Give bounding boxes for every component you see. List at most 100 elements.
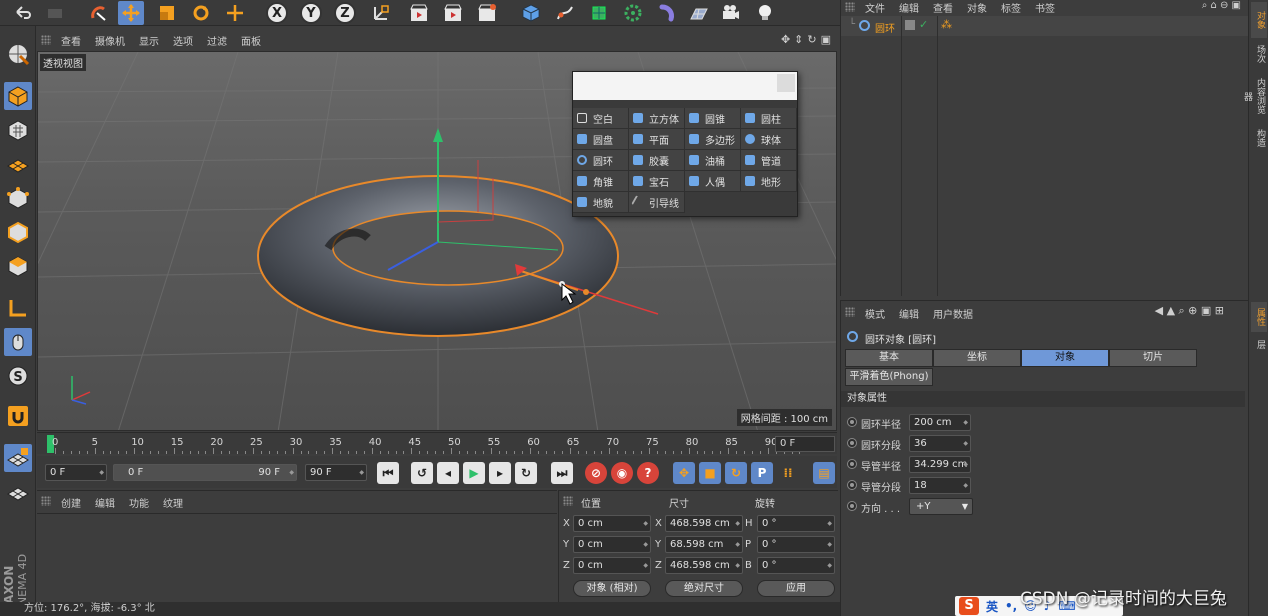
play-icon[interactable]: ▶ bbox=[463, 462, 485, 484]
menu-view[interactable]: 查看 bbox=[933, 0, 953, 15]
viewport-rotate-icon[interactable]: ↻ bbox=[807, 33, 816, 46]
array-icon[interactable] bbox=[620, 1, 646, 25]
tab-takes[interactable]: 场次 bbox=[1251, 40, 1267, 68]
move-alt-icon[interactable] bbox=[222, 1, 248, 25]
popup-item-oil-tank[interactable]: 油桶 bbox=[685, 150, 741, 171]
end-frame-field[interactable]: 90 F bbox=[305, 464, 367, 481]
enable-axis-icon[interactable] bbox=[4, 294, 32, 322]
tweak-mode-icon[interactable] bbox=[4, 328, 32, 356]
menu-create[interactable]: 创建 bbox=[61, 495, 81, 510]
menu-objects[interactable]: 对象 bbox=[967, 0, 987, 15]
panel-grip[interactable] bbox=[563, 496, 573, 506]
popup-item-cube[interactable]: 立方体 bbox=[629, 108, 685, 129]
rotate-icon[interactable] bbox=[188, 1, 214, 25]
point-level-anim-icon[interactable]: ⁞⁞ bbox=[777, 462, 799, 484]
om-search-icon[interactable]: ⌕ ⌂ ⊖ ▣ bbox=[1202, 0, 1241, 11]
redo-icon[interactable] bbox=[42, 1, 68, 25]
render-view-icon[interactable] bbox=[406, 1, 432, 25]
menu-options[interactable]: 选项 bbox=[173, 33, 193, 48]
menu-user-data[interactable]: 用户数据 bbox=[933, 306, 973, 321]
tab-layers[interactable]: 层 bbox=[1251, 334, 1267, 354]
popup-item-tube[interactable]: 管道 bbox=[741, 150, 797, 171]
layer-icon[interactable] bbox=[905, 20, 915, 30]
object-name[interactable]: 圆环 bbox=[875, 20, 895, 35]
animate-radio-icon[interactable] bbox=[847, 438, 857, 448]
parameter-key-icon[interactable]: P bbox=[751, 462, 773, 484]
tab-coordinates[interactable]: 坐标 bbox=[933, 349, 1021, 367]
ime-language[interactable]: 英 bbox=[986, 598, 998, 615]
z-axis-icon[interactable]: Z bbox=[334, 2, 356, 24]
workplane-mode-icon[interactable] bbox=[4, 150, 32, 178]
attr-nav-icons[interactable]: ◀ ▲ ⌕ ⊕ ▣ ⊞ bbox=[1155, 304, 1224, 318]
render-picture-viewer-icon[interactable] bbox=[440, 1, 466, 25]
ime-punct-icon[interactable]: •, bbox=[1005, 599, 1017, 613]
material-manager[interactable]: 创建 编辑 功能 纹理 bbox=[37, 490, 557, 610]
model-mode-icon[interactable] bbox=[4, 82, 32, 110]
lock-workplane-icon[interactable] bbox=[4, 444, 32, 472]
popup-item-figure[interactable]: 人偶 bbox=[685, 171, 741, 192]
size-x-field[interactable]: 468.598 cm bbox=[665, 515, 743, 532]
position-key-icon[interactable]: ✥ bbox=[673, 462, 695, 484]
menu-bookmarks[interactable]: 书签 bbox=[1035, 0, 1055, 15]
menu-edit[interactable]: 编辑 bbox=[95, 495, 115, 510]
pipe-radius-field[interactable]: 34.299 cm bbox=[909, 456, 971, 473]
tab-basic[interactable]: 基本 bbox=[845, 349, 933, 367]
edges-mode-icon[interactable] bbox=[4, 218, 32, 246]
popup-item-disc[interactable]: 圆盘 bbox=[573, 129, 629, 150]
light-icon[interactable] bbox=[752, 1, 778, 25]
menu-texture[interactable]: 纹理 bbox=[163, 495, 183, 510]
y-axis-icon[interactable]: Y bbox=[300, 2, 322, 24]
popup-item-torus[interactable]: 圆环 bbox=[573, 150, 629, 171]
panel-grip[interactable] bbox=[845, 307, 855, 317]
prev-key-icon[interactable]: ↺ bbox=[411, 462, 433, 484]
coordinate-mode-dropdown[interactable]: 对象 (相对) bbox=[573, 580, 651, 597]
scale-key-icon[interactable]: ■ bbox=[699, 462, 721, 484]
tab-content-browser[interactable]: 内容浏览器 bbox=[1242, 70, 1267, 122]
menu-filter[interactable]: 过滤 bbox=[207, 33, 227, 48]
object-row-torus[interactable]: └ 圆环 ✓ ⁂ bbox=[841, 16, 1249, 36]
rotation-p-field[interactable]: 0 ° bbox=[757, 536, 835, 553]
texture-mode-icon[interactable] bbox=[4, 116, 32, 144]
menu-display[interactable]: 显示 bbox=[139, 33, 159, 48]
torus-radius-field[interactable]: 200 cm bbox=[909, 414, 971, 431]
start-frame-field[interactable]: 0 F bbox=[45, 464, 107, 481]
pipe-segments-field[interactable]: 18 bbox=[909, 477, 971, 494]
tag-icon[interactable]: ⁂ bbox=[941, 18, 952, 31]
position-x-field[interactable]: 0 cm bbox=[573, 515, 651, 532]
torus-segments-field[interactable]: 36 bbox=[909, 435, 971, 452]
subdivision-icon[interactable] bbox=[586, 1, 612, 25]
animate-radio-icon[interactable] bbox=[847, 480, 857, 490]
preview-range-slider[interactable]: 0 F 90 F bbox=[113, 464, 297, 481]
keyframe-selection-icon[interactable]: ? bbox=[637, 462, 659, 484]
tab-structure[interactable]: 构造 bbox=[1251, 124, 1267, 152]
x-axis-icon[interactable]: X bbox=[266, 2, 288, 24]
snap-icon[interactable]: S bbox=[4, 362, 32, 390]
size-y-field[interactable]: 68.598 cm bbox=[665, 536, 743, 553]
ime-logo-icon[interactable]: S bbox=[959, 597, 979, 615]
floor-icon[interactable] bbox=[686, 1, 712, 25]
autokey-icon[interactable]: ◉ bbox=[611, 462, 633, 484]
popup-item-plane[interactable]: 平面 bbox=[629, 129, 685, 150]
live-select-icon[interactable] bbox=[86, 1, 112, 25]
points-mode-icon[interactable] bbox=[4, 184, 32, 212]
menu-camera[interactable]: 摄像机 bbox=[95, 33, 125, 48]
menu-panel[interactable]: 面板 bbox=[241, 33, 261, 48]
magnet-icon[interactable] bbox=[4, 402, 32, 430]
panel-grip[interactable] bbox=[41, 35, 51, 45]
goto-start-icon[interactable]: ⏮ bbox=[377, 462, 399, 484]
cube-icon[interactable] bbox=[518, 1, 544, 25]
popup-item-relief[interactable]: 地貌 bbox=[573, 192, 629, 213]
rotation-h-field[interactable]: 0 ° bbox=[757, 515, 835, 532]
popup-item-sphere[interactable]: 球体 bbox=[741, 129, 797, 150]
menu-edit[interactable]: 编辑 bbox=[899, 306, 919, 321]
popup-close-button[interactable] bbox=[777, 74, 795, 92]
panel-grip[interactable] bbox=[845, 2, 855, 12]
tab-phong[interactable]: 平滑着色(Phong) bbox=[845, 368, 933, 386]
menu-function[interactable]: 功能 bbox=[129, 495, 149, 510]
tab-object[interactable]: 对象 bbox=[1021, 349, 1109, 367]
tab-slice[interactable]: 切片 bbox=[1109, 349, 1197, 367]
next-key-icon[interactable]: ↻ bbox=[515, 462, 537, 484]
scale-icon[interactable] bbox=[154, 1, 180, 25]
viewport-move-icon[interactable]: ✥ bbox=[781, 33, 790, 46]
menu-view[interactable]: 查看 bbox=[61, 33, 81, 48]
